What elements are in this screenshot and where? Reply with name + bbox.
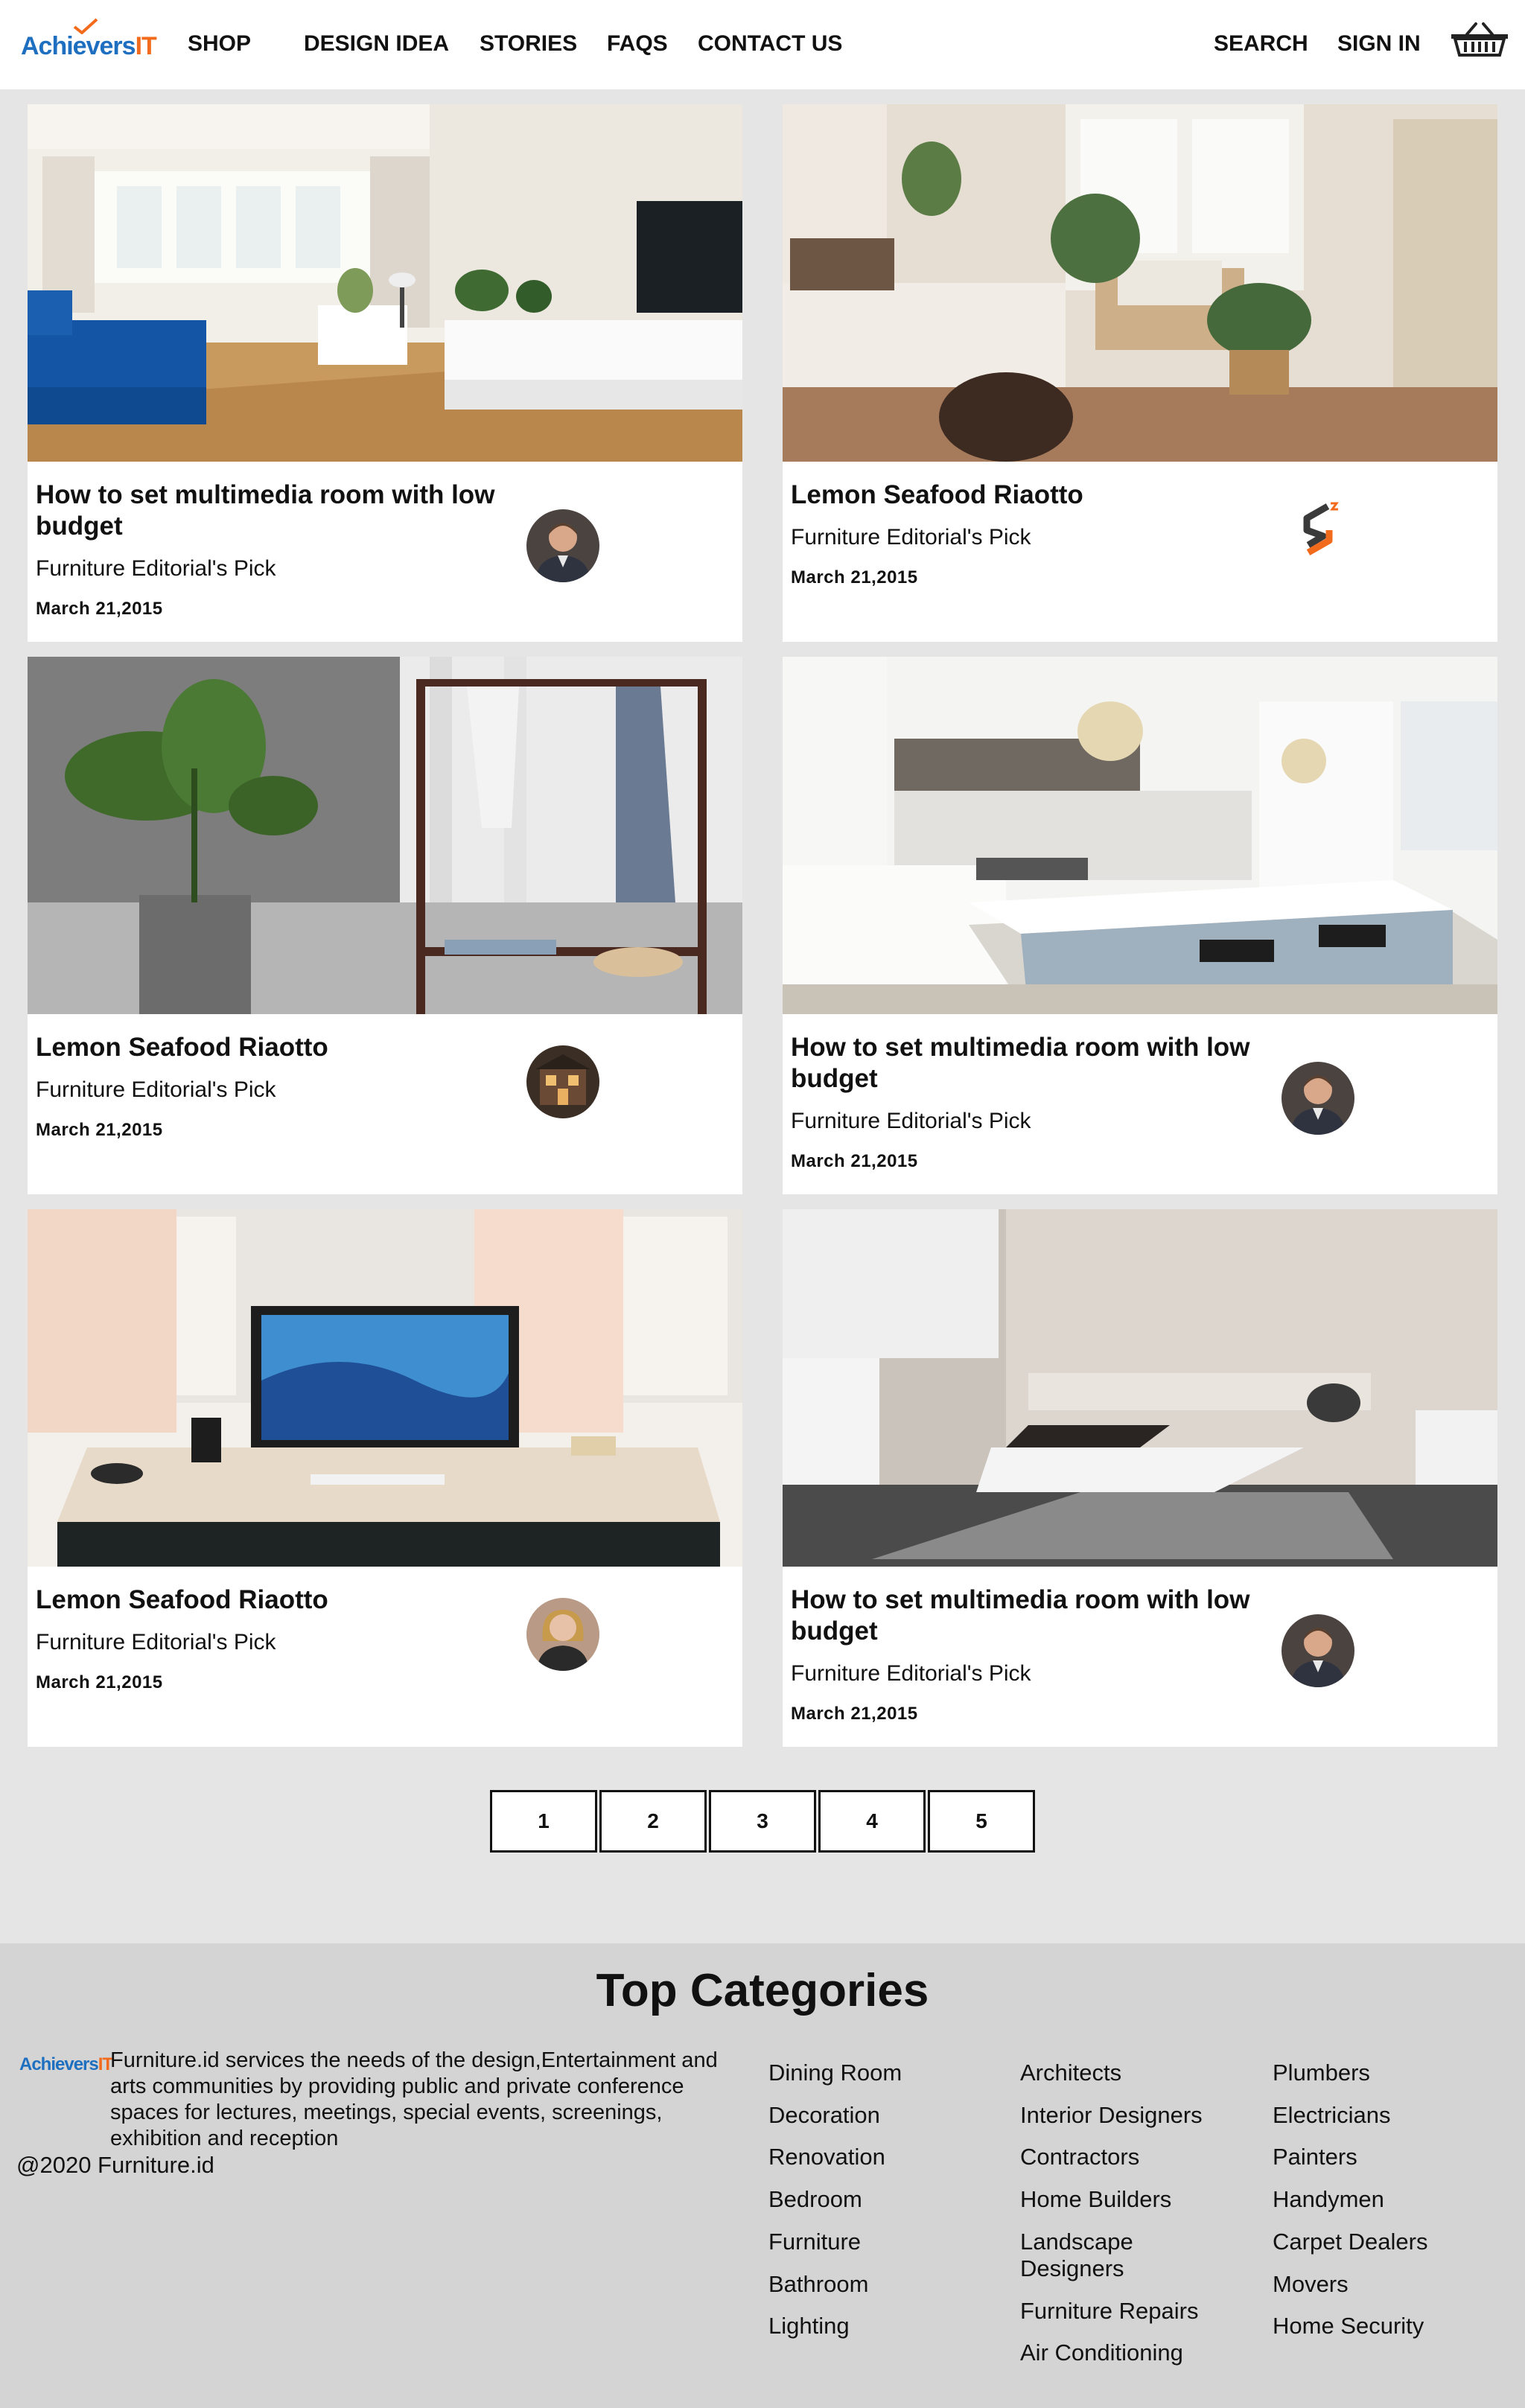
card-title[interactable]: How to set multimedia room with low budg… — [36, 480, 542, 542]
white-kitchen-photo[interactable] — [783, 657, 1497, 1014]
category-link[interactable]: Landscape Designers — [1020, 2229, 1184, 2282]
nav-sign-in[interactable]: SIGN IN — [1337, 30, 1421, 58]
footer-heading: Top Categories — [596, 1965, 929, 2016]
man-avatar[interactable] — [526, 509, 599, 582]
category-link[interactable]: Renovation — [768, 2144, 1007, 2170]
category-link[interactable]: Electricians — [1273, 2102, 1511, 2129]
logo-text-part3: IT — [135, 32, 157, 60]
category-link[interactable]: Dining Room — [768, 2060, 1007, 2086]
card-title[interactable]: Lemon Seafood Riaotto — [36, 1584, 542, 1616]
card-date: March 21,2015 — [36, 599, 163, 619]
article-card[interactable]: Lemon Seafood Riaotto Furniture Editoria… — [28, 1209, 742, 1747]
page-button-3[interactable]: 3 — [709, 1790, 816, 1853]
article-card[interactable]: How to set multimedia room with low budg… — [28, 104, 742, 642]
category-link[interactable]: Air Conditioning — [1020, 2339, 1258, 2366]
card-subtitle: Furniture Editorial's Pick — [791, 525, 1031, 550]
category-link[interactable]: Handymen — [1273, 2186, 1511, 2213]
article-card[interactable]: Lemon Seafood Riaotto Furniture Editoria… — [28, 657, 742, 1194]
category-link[interactable]: Bedroom — [768, 2186, 1007, 2213]
sofa-living-room-photo[interactable] — [783, 1209, 1497, 1567]
category-link[interactable]: Movers — [1273, 2271, 1511, 2298]
card-date: March 21,2015 — [791, 1704, 918, 1724]
card-subtitle: Furniture Editorial's Pick — [36, 1077, 276, 1102]
category-link[interactable]: Contractors — [1020, 2144, 1258, 2170]
card-date: March 21,2015 — [791, 567, 918, 587]
nav-contact-us[interactable]: CONTACT US — [698, 30, 842, 58]
nav-search[interactable]: SEARCH — [1214, 30, 1308, 58]
nav-design-idea[interactable]: DESIGN IDEA — [304, 30, 449, 58]
category-link[interactable]: Furniture — [768, 2229, 1007, 2255]
card-title[interactable]: How to set multimedia room with low budg… — [791, 1584, 1297, 1647]
category-link[interactable]: Interior Designers — [1020, 2102, 1258, 2129]
logo-text-part2: vers — [64, 2054, 98, 2074]
card-subtitle: Furniture Editorial's Pick — [36, 556, 276, 581]
category-link[interactable]: Painters — [1273, 2144, 1511, 2170]
page-button-4[interactable]: 4 — [818, 1790, 926, 1853]
bedroom-plants-photo[interactable] — [783, 104, 1497, 462]
living-room-photo[interactable] — [28, 104, 742, 462]
article-card[interactable]: How to set multimedia room with low budg… — [783, 1209, 1497, 1747]
logo-text-part1: Achie — [21, 32, 87, 60]
category-link[interactable]: Bathroom — [768, 2271, 1007, 2298]
man-avatar[interactable] — [1282, 1614, 1354, 1687]
logo-text-part1: Achie — [19, 2054, 65, 2074]
category-link[interactable]: Furniture Repairs — [1020, 2298, 1258, 2325]
pagination: 1 2 3 4 5 — [490, 1790, 1035, 1853]
footer-logo[interactable]: AchieversIT — [19, 2054, 113, 2083]
page-button-1[interactable]: 1 — [490, 1790, 597, 1853]
site-footer: Top Categories AchieversIT Furniture.id … — [0, 1943, 1525, 2408]
card-date: March 21,2015 — [36, 1120, 163, 1140]
card-subtitle: Furniture Editorial's Pick — [791, 1109, 1031, 1133]
card-subtitle: Furniture Editorial's Pick — [791, 1661, 1031, 1686]
footer-description: Furniture.id services the needs of the d… — [110, 2048, 718, 2150]
article-card[interactable]: Lemon Seafood Riaotto Furniture Editoria… — [783, 104, 1497, 642]
site-header: AchieversIT SHOP DESIGN IDEA STORIES FAQ… — [0, 0, 1525, 89]
page-button-2[interactable]: 2 — [599, 1790, 707, 1853]
logo-text-part2: vers — [86, 32, 136, 60]
woman-avatar[interactable] — [526, 1598, 599, 1671]
card-subtitle: Furniture Editorial's Pick — [36, 1630, 276, 1654]
nav-faqs[interactable]: FAQS — [607, 30, 668, 58]
card-title[interactable]: Lemon Seafood Riaotto — [36, 1032, 542, 1063]
achieversit-logo[interactable]: AchieversIT — [21, 13, 157, 60]
plant-clothes-rack-photo[interactable] — [28, 657, 742, 1014]
category-link[interactable]: Home Builders — [1020, 2186, 1258, 2213]
category-link[interactable]: Architects — [1020, 2060, 1258, 2086]
category-link[interactable]: Home Security — [1273, 2313, 1511, 2339]
article-card[interactable]: How to set multimedia room with low budg… — [783, 657, 1497, 1194]
nav-shop[interactable]: SHOP — [188, 30, 251, 58]
category-link[interactable]: Carpet Dealers — [1273, 2229, 1511, 2255]
category-link[interactable]: Lighting — [768, 2313, 1007, 2339]
copyright: @2020 Furniture.id — [16, 2152, 214, 2178]
card-title[interactable]: How to set multimedia room with low budg… — [791, 1032, 1297, 1095]
category-link[interactable]: Decoration — [768, 2102, 1007, 2129]
category-link[interactable]: Plumbers — [1273, 2060, 1511, 2086]
card-date: March 21,2015 — [791, 1151, 918, 1171]
basket-icon[interactable] — [1449, 22, 1510, 58]
man-avatar[interactable] — [1282, 1062, 1354, 1135]
card-title[interactable]: Lemon Seafood Riaotto — [791, 480, 1297, 511]
nav-stories[interactable]: STORIES — [480, 30, 577, 58]
page-button-5[interactable]: 5 — [928, 1790, 1035, 1853]
card-date: March 21,2015 — [36, 1672, 163, 1692]
s-logo-avatar[interactable] — [1282, 493, 1354, 566]
desk-computer-photo[interactable] — [28, 1209, 742, 1567]
house-avatar[interactable] — [526, 1045, 599, 1118]
